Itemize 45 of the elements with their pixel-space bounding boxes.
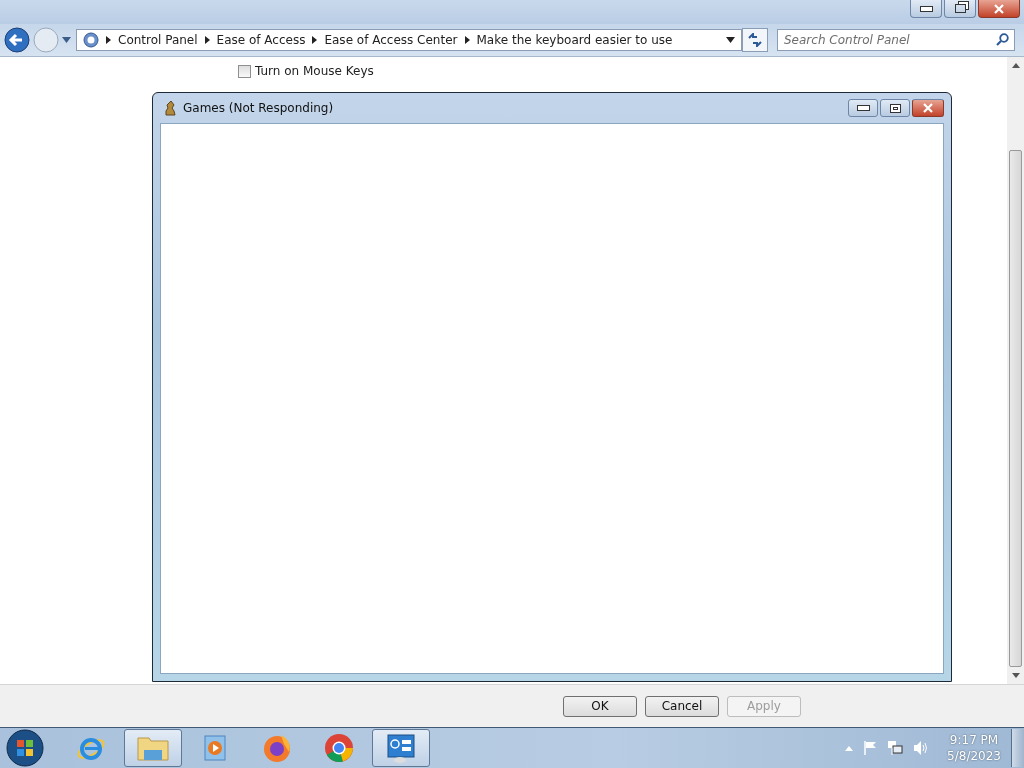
minimize-button[interactable]	[848, 99, 878, 117]
refresh-icon	[747, 33, 763, 47]
fox-browser-icon	[261, 732, 293, 764]
search-icon	[996, 33, 1009, 46]
refresh-button[interactable]	[742, 28, 768, 52]
chevron-icon	[312, 36, 318, 44]
scroll-down-icon[interactable]	[1011, 673, 1020, 678]
minimize-button[interactable]	[910, 0, 942, 18]
close-button[interactable]	[912, 99, 944, 117]
taskbar-button[interactable]	[124, 729, 182, 767]
option-label: Turn on Mouse Keys	[255, 64, 374, 78]
dialog-button[interactable]: OK	[563, 695, 637, 717]
start-button[interactable]	[6, 729, 44, 767]
taskbar-button[interactable]	[372, 729, 430, 767]
show-desktop-button[interactable]	[1011, 729, 1024, 767]
chess-piece-icon	[162, 100, 178, 116]
checkbox[interactable]	[238, 64, 251, 78]
breadcrumb-item[interactable]: Make the keyboard easier to use	[476, 33, 673, 47]
scroll-up-icon[interactable]	[1011, 63, 1020, 68]
chevron-icon	[464, 36, 470, 44]
back-button[interactable]	[4, 27, 30, 53]
control-panel-icon	[83, 32, 99, 48]
clock-date: 5/8/2023	[947, 748, 1001, 764]
clock-time: 9:17 PM	[949, 732, 999, 748]
network-icon[interactable]	[887, 740, 904, 756]
scrollbar[interactable]	[1007, 57, 1024, 684]
breadcrumb-item[interactable]: Control Panel	[118, 33, 198, 47]
round-browser-icon	[323, 732, 355, 764]
scroll-thumb[interactable]	[1009, 150, 1022, 667]
address-bar[interactable]: Control Panel Ease of Access Ease of Access Center Make the keyboard easier to use	[76, 29, 742, 51]
media-player-icon	[201, 733, 229, 763]
dialog-title: Games (Not Responding)	[183, 101, 334, 115]
dialog-button[interactable]: Cancel	[645, 695, 719, 717]
control-panel-icon	[385, 732, 417, 764]
close-button[interactable]	[978, 0, 1020, 18]
breadcrumb-item[interactable]: Ease of Access	[216, 33, 306, 47]
chevron-icon	[204, 36, 210, 44]
breadcrumb-item[interactable]: Ease of Access Center	[324, 33, 458, 47]
dropdown-icon[interactable]	[726, 37, 735, 43]
chevron-icon	[106, 36, 111, 44]
maximize-button[interactable]	[880, 99, 910, 117]
close-icon	[922, 103, 934, 113]
search-field[interactable]: Search Control Panel	[777, 29, 1015, 51]
close-icon	[993, 3, 1005, 14]
restore-button[interactable]	[944, 0, 976, 18]
